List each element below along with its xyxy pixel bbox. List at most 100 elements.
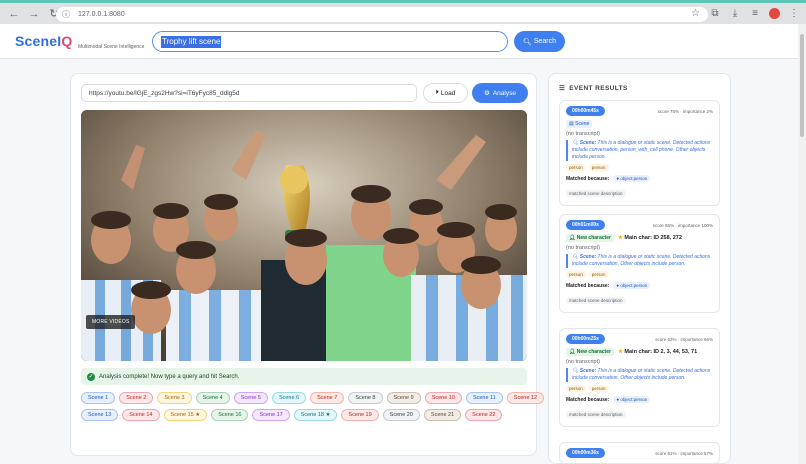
timestamp-badge[interactable]: 00h00m36s (566, 448, 605, 458)
scene-chip[interactable]: Scene 4 (195, 392, 230, 404)
bookmark-star-icon[interactable]: ☆ (691, 8, 700, 19)
object-tag: person (566, 164, 586, 171)
logo: SceneIQ (15, 33, 73, 49)
transcript-text: (no transcript) (566, 131, 600, 137)
forward-icon[interactable]: → (26, 6, 42, 22)
main-character: ★ Main char: ID 258, 272 (617, 235, 682, 241)
scene-tag: ▤ Scene (566, 120, 593, 128)
timestamp-badge[interactable]: 00h01m00s (566, 220, 605, 230)
result-card[interactable]: 00h00m45s score 75% · importance 2% ▤ Sc… (559, 100, 720, 206)
search-input[interactable]: Trophy lift scene (152, 31, 508, 52)
person-icon: 👤︎ (569, 235, 576, 241)
scene-chip[interactable]: Scene 6 (271, 392, 307, 404)
scene-chip[interactable]: Scene 13 (81, 409, 119, 421)
object-tag: person (566, 271, 586, 278)
scene-chip[interactable]: Scene 18 ★ (293, 409, 338, 421)
main-character: ★ Main char: ID 2, 3, 44, 53, 71 (617, 349, 698, 355)
event-results-title: ☰ EVENT RESULTS (559, 84, 628, 93)
address-bar[interactable]: ⓘ 127.0.0.1:8080 ☆ (56, 7, 708, 22)
load-button[interactable]: ⏵ Load (423, 83, 468, 103)
match-description-tag: matched scene description (566, 297, 626, 304)
result-card[interactable]: 00h01m00s score 65% · importance 100% 👤︎… (559, 214, 720, 313)
scene-chip[interactable]: Scene 2 (119, 392, 154, 404)
scrollbar-thumb[interactable] (800, 34, 804, 137)
scene-chip[interactable]: Scene 17 (252, 409, 290, 421)
more-videos-overlay[interactable]: MORE VIDEOS (86, 315, 136, 329)
video-player[interactable]: MORE VIDEOS (81, 110, 527, 361)
scene-chip[interactable]: Scene 19 (341, 409, 379, 421)
result-card[interactable]: 00h00m25s score 62% · importance 66% 👤︎ … (559, 328, 720, 427)
scene-chip[interactable]: Scene 9 (386, 392, 421, 404)
scene-chip[interactable]: Scene 3 (157, 392, 192, 404)
scene-description: 🔍︎ Scene: This is a dialogue or static s… (566, 254, 713, 268)
score-text: score 65% · importance 100% (652, 222, 713, 228)
analyse-icon: ⚙ (484, 90, 490, 97)
scene-chip[interactable]: Scene 22 (465, 409, 503, 421)
app-header: SceneIQ Multimodal Scene Intelligence Tr… (0, 24, 798, 59)
scene-chip[interactable]: Scene 1 (81, 392, 116, 404)
scene-chip[interactable]: Scene 20 (382, 409, 420, 421)
video-panel: https://youtu.be/lGjE_zgs2Hw?si=iT6yFyc8… (70, 73, 545, 456)
matched-because: Matched because: ● object:person (566, 282, 713, 289)
transcript-text: (no transcript) (566, 245, 600, 251)
play-circle-icon: ⏵ (435, 89, 439, 96)
result-card[interactable]: 00h00m36s score 61% · importance 57% (559, 442, 720, 463)
score-text: score 61% · importance 57% (655, 450, 713, 456)
object-tag: person (566, 385, 586, 392)
extensions-icon[interactable]: ⧉ (709, 8, 721, 19)
video-url-input[interactable]: https://youtu.be/lGjE_zgs2Hw?si=iT6yFyc8… (81, 84, 417, 102)
site-info-icon[interactable]: ⓘ (62, 9, 72, 20)
film-icon: ▤ (569, 121, 574, 127)
search-icon: 🔍︎ (522, 38, 532, 46)
event-results-panel: ☰ EVENT RESULTS 00h00m45s score 75% · im… (548, 73, 731, 464)
search-icon: 🔍︎ (572, 368, 579, 374)
search-icon: 🔍︎ (572, 254, 579, 260)
analyse-button[interactable]: ⚙ Analyse (472, 83, 528, 103)
match-pill: ● object:person (613, 282, 651, 289)
star-icon: ★ (617, 235, 623, 241)
matched-because: Matched because: ● object:person (566, 396, 713, 403)
scene-chip[interactable]: Scene 12 (506, 392, 545, 404)
score-text: score 62% · importance 66% (655, 336, 713, 342)
scene-chip[interactable]: Scene 14 (122, 409, 160, 421)
match-description-tag: matched scene description (566, 411, 626, 418)
video-frame (81, 110, 527, 361)
match-pill: ● object:person (613, 175, 651, 182)
new-character-tag: 👤︎ New character (566, 234, 614, 242)
app: SceneIQ Multimodal Scene Intelligence Tr… (0, 24, 806, 464)
new-character-tag: 👤︎ New character (566, 348, 614, 356)
scene-chip[interactable]: Scene 7 (310, 392, 345, 404)
scene-chip[interactable]: Scene 21 (423, 409, 462, 421)
check-circle-icon: ✓ (87, 372, 95, 381)
scene-chip[interactable]: Scene 10 (424, 392, 462, 404)
transcript-text: (no transcript) (566, 359, 600, 365)
scene-chip[interactable]: Scene 5 (233, 392, 268, 404)
menu-kebab-icon[interactable]: ⋮ (788, 8, 800, 19)
timestamp-badge[interactable]: 00h00m45s (566, 106, 605, 116)
back-icon[interactable]: ← (6, 6, 22, 22)
page-scrollbar[interactable] (798, 24, 806, 464)
matched-because: Matched because: ● object:person (566, 175, 713, 182)
object-tag: person (588, 271, 609, 278)
person-icon: 👤︎ (569, 349, 576, 355)
profile-avatar[interactable] (769, 8, 780, 19)
layers-icon: ☰ (559, 85, 566, 92)
scene-chip[interactable]: Scene 8 (348, 392, 383, 404)
download-icon[interactable]: ⤓ (729, 8, 741, 19)
scene-chips: Scene 1 Scene 2 Scene 3 Scene 4 Scene 5 Scene… (81, 392, 545, 426)
browser-toolbar: ← → ↻ ⓘ 127.0.0.1:8080 ☆ ⧉ ⤓ ≡ ⋮ (0, 0, 806, 24)
scene-chip[interactable]: Scene 15 ★ (163, 409, 208, 421)
scene-chip[interactable]: Scene 16 (211, 409, 249, 421)
scene-description: 🔍︎ Scene: This is a dialogue or static s… (566, 368, 713, 382)
search-button[interactable]: 🔍︎ Search (514, 31, 565, 52)
status-banner: ✓ Analysis complete! Now type a query an… (81, 368, 527, 385)
timestamp-badge[interactable]: 00h00m25s (566, 334, 605, 344)
match-pill: ● object:person (613, 396, 651, 403)
scene-description: 🔍︎ Scene: This is a dialogue or static s… (566, 140, 713, 161)
score-text: score 75% · importance 2% (657, 108, 713, 114)
search-icon: 🔍︎ (572, 140, 579, 146)
media-icon[interactable]: ≡ (749, 8, 761, 19)
scene-chip-row: Scene 13 Scene 14 Scene 15 ★ Scene 16 Scene … (81, 409, 531, 421)
match-description-tag: matched scene description (566, 190, 626, 197)
scene-chip[interactable]: Scene 11 (465, 392, 503, 404)
